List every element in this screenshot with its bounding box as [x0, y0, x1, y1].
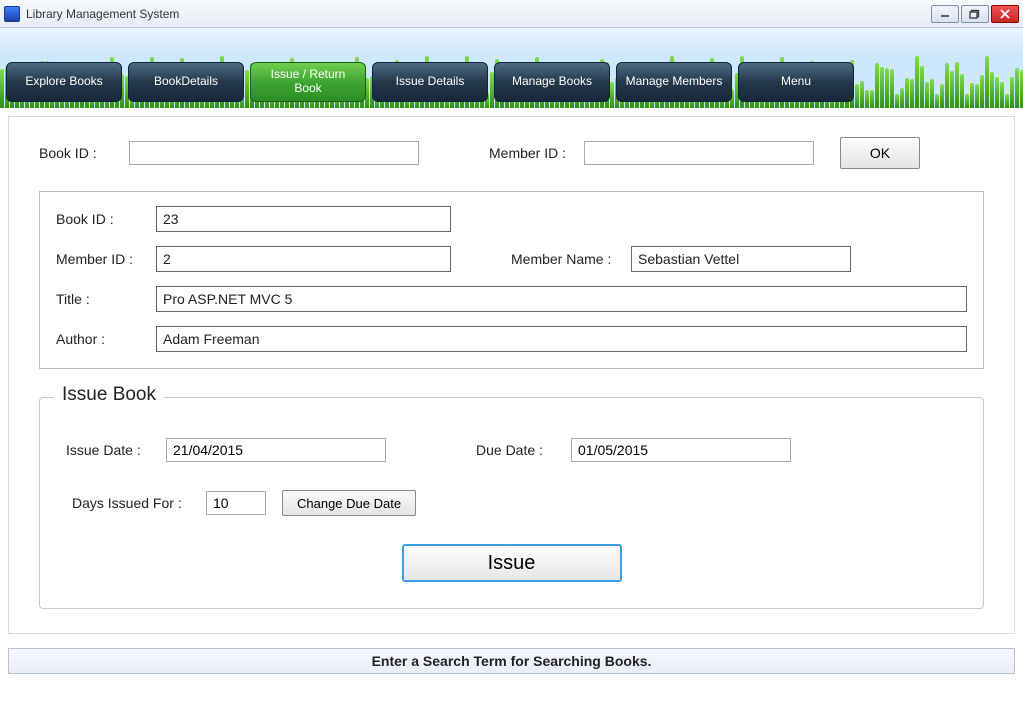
close-button[interactable]	[991, 5, 1019, 23]
change-due-date-button[interactable]: Change Due Date	[282, 490, 416, 516]
issue-book-title: Issue Book	[54, 384, 164, 406]
days-issued-input[interactable]	[206, 491, 266, 515]
details-author-value: Adam Freeman	[156, 326, 967, 352]
maximize-button[interactable]	[961, 5, 989, 23]
due-date-input[interactable]	[571, 438, 791, 462]
book-id-label: Book ID :	[39, 145, 129, 161]
nav-button-5[interactable]: Manage Members	[616, 62, 732, 102]
details-title-label: Title :	[56, 291, 156, 307]
details-member-id-label: Member ID :	[56, 251, 156, 267]
status-bar: Enter a Search Term for Searching Books.	[8, 648, 1015, 674]
nav-button-3[interactable]: Issue Details	[372, 62, 488, 102]
nav-button-4[interactable]: Manage Books	[494, 62, 610, 102]
nav-button-1[interactable]: BookDetails	[128, 62, 244, 102]
content-area: Book ID : Member ID : OK Book ID : 23 Me…	[0, 108, 1023, 642]
details-member-name-value: Sebastian Vettel	[631, 246, 851, 272]
details-member-id-value: 2	[156, 246, 451, 272]
details-book-id-value: 23	[156, 206, 451, 232]
ok-button[interactable]: OK	[840, 137, 920, 169]
header: Explore BooksBookDetailsIssue / Return B…	[0, 28, 1023, 108]
main-panel: Book ID : Member ID : OK Book ID : 23 Me…	[8, 116, 1015, 634]
window-controls	[931, 5, 1019, 23]
issue-date-input[interactable]	[166, 438, 386, 462]
app-icon	[4, 6, 20, 22]
nav-button-2[interactable]: Issue / Return Book	[250, 62, 366, 102]
details-box: Book ID : 23 Member ID : 2 Member Name :…	[39, 191, 984, 369]
window-title: Library Management System	[26, 7, 931, 21]
issue-button[interactable]: Issue	[402, 544, 622, 582]
issue-date-label: Issue Date :	[66, 442, 166, 458]
issue-book-group: Issue Book Issue Date : Due Date : Days …	[39, 397, 984, 609]
nav-button-6[interactable]: Menu	[738, 62, 854, 102]
details-title-value: Pro ASP.NET MVC 5	[156, 286, 967, 312]
details-member-name-label: Member Name :	[511, 251, 631, 267]
lookup-row: Book ID : Member ID : OK	[39, 137, 984, 169]
nav-button-0[interactable]: Explore Books	[6, 62, 122, 102]
minimize-button[interactable]	[931, 5, 959, 23]
member-id-input[interactable]	[584, 141, 814, 165]
details-book-id-label: Book ID :	[56, 211, 156, 227]
days-issued-label: Days Issued For :	[66, 495, 206, 511]
status-text: Enter a Search Term for Searching Books.	[372, 653, 652, 669]
details-author-label: Author :	[56, 331, 156, 347]
titlebar: Library Management System	[0, 0, 1023, 28]
member-id-label: Member ID :	[489, 145, 584, 161]
due-date-label: Due Date :	[476, 442, 571, 458]
nav-bar: Explore BooksBookDetailsIssue / Return B…	[6, 62, 1017, 102]
book-id-input[interactable]	[129, 141, 419, 165]
